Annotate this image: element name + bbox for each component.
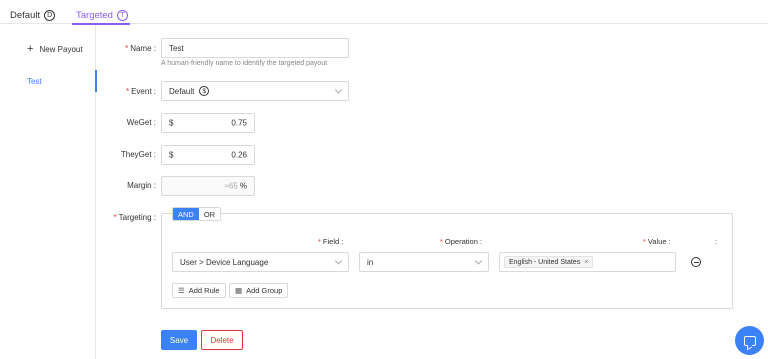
field-column-label: * Field : bbox=[318, 237, 344, 246]
weget-value: 0.75 bbox=[231, 118, 247, 128]
operation-select[interactable]: in bbox=[359, 252, 489, 272]
tab-bar: Default D Targeted T bbox=[0, 0, 768, 25]
and-button[interactable]: AND bbox=[173, 208, 199, 220]
name-input[interactable]: Test bbox=[161, 38, 349, 58]
tab-default-label: Default bbox=[10, 9, 41, 21]
list-icon: ☰ bbox=[178, 286, 185, 295]
tab-targeted-label: Targeted bbox=[76, 9, 113, 21]
add-rule-label: Add Rule bbox=[188, 286, 220, 295]
required-marker: * bbox=[440, 237, 443, 246]
chat-icon bbox=[743, 335, 756, 346]
remove-rule-icon[interactable] bbox=[691, 257, 701, 267]
currency-prefix: $ bbox=[169, 118, 174, 128]
event-select[interactable]: Default $ bbox=[161, 81, 349, 101]
targeting-label: * Targeting : bbox=[113, 213, 156, 222]
name-value: Test bbox=[169, 43, 184, 53]
margin-unit: % bbox=[239, 181, 247, 191]
currency-prefix: $ bbox=[169, 150, 174, 160]
theyget-label: TheyGet : bbox=[120, 150, 156, 159]
and-or-toggle: AND OR bbox=[172, 207, 222, 221]
dollar-icon: $ bbox=[199, 86, 210, 96]
event-value: Default bbox=[169, 86, 195, 96]
weget-label: WeGet : bbox=[126, 118, 156, 127]
sidebar-item-label: Test bbox=[27, 76, 42, 86]
save-button[interactable]: Save bbox=[161, 330, 197, 350]
field-select[interactable]: User > Device Language bbox=[172, 252, 349, 272]
required-marker: * bbox=[125, 44, 129, 53]
margin-field: ≈65% bbox=[161, 176, 255, 196]
sidebar-item-test[interactable]: Test bbox=[0, 70, 97, 92]
new-payout-label: New Payout bbox=[39, 45, 83, 54]
grid-icon: ▦ bbox=[235, 286, 243, 295]
theyget-input[interactable]: $ 0.26 bbox=[161, 145, 255, 165]
value-tag: English - United States × bbox=[504, 256, 594, 268]
event-label: * Event : bbox=[125, 87, 156, 96]
plus-icon: + bbox=[27, 43, 34, 55]
tab-targeted[interactable]: Targeted T bbox=[76, 6, 128, 24]
actions-column-label: : bbox=[715, 237, 718, 246]
margin-label: Margin : bbox=[127, 181, 156, 190]
tab-default[interactable]: Default D bbox=[10, 6, 56, 24]
margin-display: ≈65% bbox=[225, 182, 247, 191]
value-tag-label: English - United States bbox=[509, 258, 581, 266]
value-column-label: * Value : bbox=[643, 237, 671, 246]
theyget-value: 0.26 bbox=[231, 150, 247, 160]
add-group-label: Add Group bbox=[246, 286, 283, 295]
operation-column-label: * Operation : bbox=[440, 237, 483, 246]
new-payout-button[interactable]: + New Payout bbox=[27, 44, 83, 55]
margin-value: ≈65 bbox=[224, 181, 238, 191]
weget-input[interactable]: $ 0.75 bbox=[161, 113, 255, 133]
required-marker: * bbox=[643, 237, 646, 246]
required-marker: * bbox=[113, 213, 117, 222]
required-marker: * bbox=[318, 237, 321, 246]
add-group-button[interactable]: ▦ Add Group bbox=[229, 283, 289, 298]
chevron-down-icon bbox=[474, 257, 483, 265]
operation-value: in bbox=[367, 257, 374, 267]
name-hint: A human-friendly name to identify the ta… bbox=[161, 60, 328, 67]
field-value: User > Device Language bbox=[180, 257, 269, 267]
add-rule-button[interactable]: ☰ Add Rule bbox=[172, 283, 226, 298]
or-button[interactable]: OR bbox=[199, 208, 220, 220]
chevron-down-icon bbox=[334, 86, 343, 94]
delete-button[interactable]: Delete bbox=[201, 330, 243, 350]
chat-button[interactable] bbox=[735, 326, 764, 355]
default-badge-icon: D bbox=[44, 9, 56, 21]
name-label: * Name : bbox=[125, 44, 156, 53]
chevron-down-icon bbox=[334, 257, 343, 265]
required-marker: * bbox=[125, 87, 130, 96]
targeted-badge-icon: T bbox=[116, 9, 128, 21]
close-icon[interactable]: × bbox=[584, 259, 588, 266]
sidebar: + New Payout Test bbox=[0, 25, 97, 359]
